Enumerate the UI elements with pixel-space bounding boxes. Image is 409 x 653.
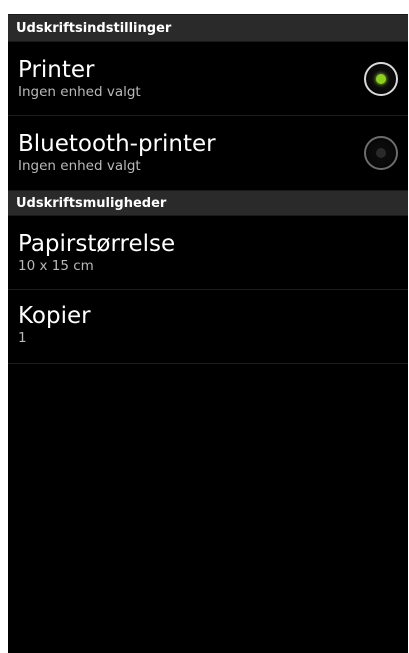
section-header-print-options: Udskriftsmuligheder: [8, 190, 408, 216]
printer-radio-button[interactable]: [364, 61, 398, 96]
list-item-bluetooth-printer[interactable]: Bluetooth-printer Ingen enhed valgt: [8, 116, 408, 190]
copies-title: Kopier: [18, 303, 91, 329]
radio-unselected-dot-icon: [376, 148, 386, 158]
paper-size-value: 10 x 15 cm: [18, 258, 94, 274]
copies-value: 1: [18, 330, 27, 346]
radio-selected-dot-icon: [376, 73, 386, 84]
printer-title: Printer: [18, 57, 95, 83]
list-item-paper-size[interactable]: Papirstørrelse 10 x 15 cm: [8, 216, 408, 290]
bluetooth-printer-subtitle: Ingen enhed valgt: [18, 158, 141, 174]
bluetooth-printer-radio-button[interactable]: [364, 136, 398, 170]
paper-size-title: Papirstørrelse: [18, 231, 176, 257]
list-item-copies[interactable]: Kopier 1: [8, 290, 408, 364]
list-item-printer[interactable]: Printer Ingen enhed valgt: [8, 42, 408, 116]
printer-subtitle: Ingen enhed valgt: [18, 84, 141, 100]
bluetooth-printer-title: Bluetooth-printer: [18, 131, 216, 157]
section-header-print-settings: Udskriftsindstillinger: [8, 14, 408, 42]
print-settings-screen: Udskriftsindstillinger Printer Ingen enh…: [8, 14, 408, 653]
